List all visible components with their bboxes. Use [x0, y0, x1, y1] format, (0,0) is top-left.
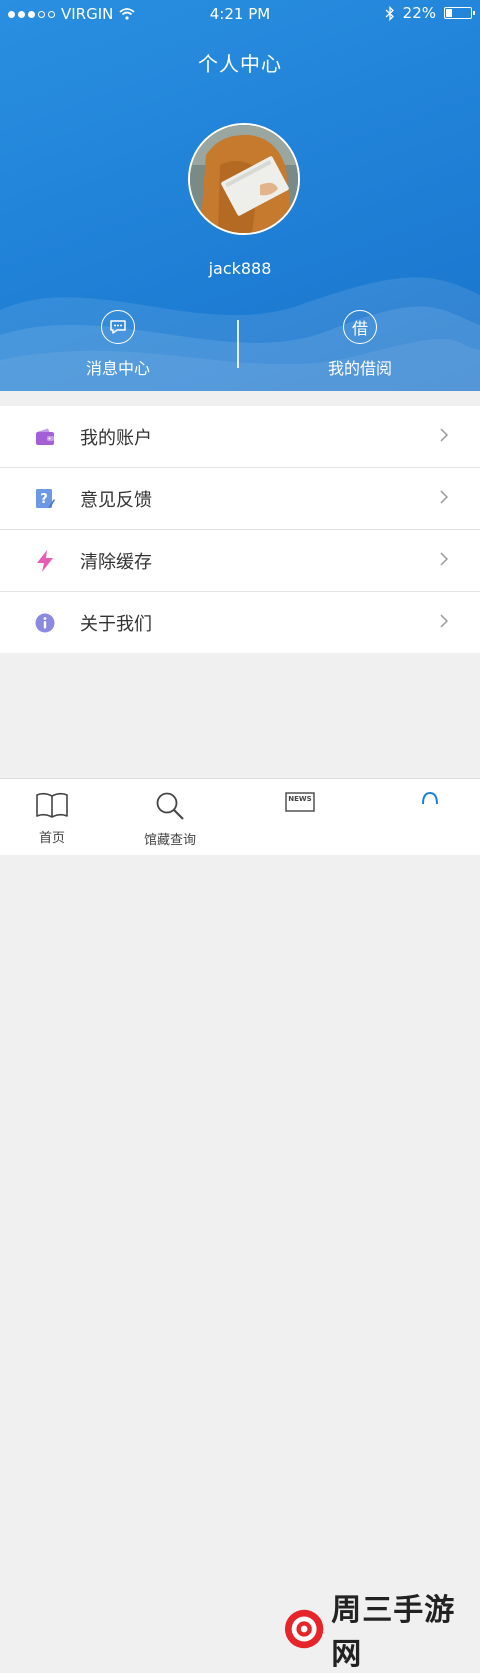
tab-profile[interactable]: [375, 791, 480, 809]
my-borrow-label: 我的借阅: [327, 359, 392, 378]
battery-icon: [444, 7, 475, 19]
tab-home[interactable]: 首页: [0, 791, 107, 846]
avatar-photo: [190, 125, 298, 233]
tab-news[interactable]: NEWS: [246, 791, 356, 817]
chevron-right-icon: [440, 428, 448, 442]
quick-actions-divider: [237, 320, 239, 368]
menu-item-account[interactable]: 我的账户: [0, 406, 480, 468]
news-icon: NEWS: [285, 792, 315, 812]
message-icon: [110, 320, 126, 334]
bluetooth-icon: [385, 5, 394, 21]
info-icon: [34, 612, 56, 634]
book-icon: [36, 792, 68, 818]
tab-label: 首页: [38, 831, 65, 846]
username: jack888: [208, 259, 272, 278]
page-title: 个人中心: [198, 52, 282, 76]
chevron-right-icon: [440, 552, 448, 566]
chevron-right-icon: [440, 490, 448, 504]
watermark-logo-icon: [284, 1609, 324, 1649]
message-center-label: 消息中心: [85, 359, 150, 378]
watermark-text: 周三手游网: [331, 1593, 456, 1672]
tab-collection-search[interactable]: 馆藏查询: [115, 791, 225, 848]
battery-percent: 22%: [402, 4, 436, 22]
profile-header: VIRGIN 4:21 PM 22% 个人中心 jack888 消息中心 借 我…: [0, 0, 480, 391]
my-borrow-button[interactable]: 借 我的借阅: [260, 310, 460, 379]
menu-item-label: 我的账户: [80, 427, 152, 449]
svg-text:NEWS: NEWS: [288, 795, 311, 803]
settings-menu: 我的账户 ? 意见反馈 清除缓存 关于我们: [0, 406, 480, 653]
search-icon: [156, 792, 184, 820]
menu-item-label: 关于我们: [80, 613, 152, 635]
menu-item-label: 清除缓存: [80, 551, 152, 573]
menu-item-clear-cache[interactable]: 清除缓存: [0, 530, 480, 592]
status-bar: VIRGIN 4:21 PM 22%: [0, 0, 480, 28]
watermark: 周三手游网: [283, 1585, 480, 1673]
svg-text:?: ?: [40, 492, 48, 507]
tab-label: 馆藏查询: [143, 833, 196, 848]
avatar[interactable]: [188, 123, 300, 235]
message-center-button[interactable]: 消息中心: [18, 310, 218, 379]
chevron-right-icon: [440, 614, 448, 628]
profile-icon: [422, 791, 438, 805]
menu-item-label: 意见反馈: [80, 489, 152, 511]
menu-item-about-us[interactable]: 关于我们: [0, 592, 480, 653]
bottom-tab-bar: 首页 馆藏查询 NEWS 周三手游网: [0, 778, 480, 1672]
borrow-icon: 借: [351, 319, 368, 338]
lightning-icon: [34, 549, 56, 572]
menu-item-feedback[interactable]: ? 意见反馈: [0, 468, 480, 530]
wallet-icon: [34, 426, 56, 448]
feedback-icon: ?: [34, 488, 56, 510]
